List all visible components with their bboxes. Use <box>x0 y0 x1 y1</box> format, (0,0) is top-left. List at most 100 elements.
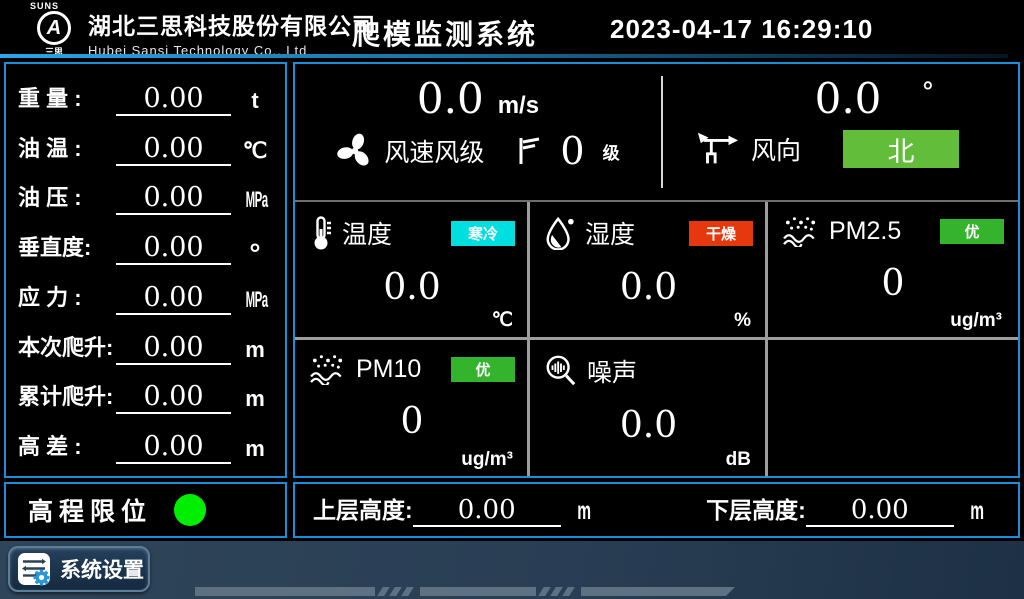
metric-value: 0.00 <box>116 83 231 116</box>
wind-direction-cell: 0.0 ° 风向 北 <box>663 64 1016 200</box>
pm25-cell: PM2.5 优 0 ug/m³ <box>768 203 1016 337</box>
system-settings-button[interactable]: 系统设置 <box>8 546 150 592</box>
sensor-label: PM10 <box>356 355 421 384</box>
climbing-formwork-monitor-screen: SUNS A 三思 湖北三思科技股份有限公司 Hubei Sansi Techn… <box>0 0 1024 599</box>
lower-height-unit: m <box>970 497 984 530</box>
sensor-label: 温度 <box>342 215 392 251</box>
metric-label: 累计爬升: <box>18 379 116 417</box>
droplet-icon <box>544 216 576 250</box>
grid-line <box>295 200 1018 202</box>
metric-row-weight: 重 量 : 0.00 t <box>18 75 273 119</box>
wind-direction-label: 风向 <box>751 131 801 167</box>
environment-panel: 0.0 m/s 风速风级 <box>293 62 1020 478</box>
wind-direction-badge: 北 <box>843 130 959 168</box>
elevation-limit-panel: 高程限位 <box>4 482 287 538</box>
metric-label: 重 量 : <box>18 81 116 119</box>
wind-speed-cell: 0.0 m/s 风速风级 <box>295 64 661 200</box>
wind-direction-value: 0.0 <box>815 76 882 122</box>
metric-value: 0.00 <box>116 381 231 414</box>
wind-speed-value: 0.0 <box>417 76 484 122</box>
sensor-label: 湿度 <box>585 215 635 251</box>
sensor-value: 0.0 <box>309 267 515 308</box>
metric-label: 油 温 : <box>18 131 116 169</box>
company-name-cn: 湖北三思科技股份有限公司 <box>88 7 376 41</box>
temperature-cell: 温度 寒冷 0.0 ℃ <box>295 203 527 337</box>
wind-speed-label: 风速风级 <box>384 133 484 169</box>
metric-value: 0.00 <box>116 232 231 265</box>
lower-height-group: 下层高度: 0.00 m <box>706 491 988 530</box>
metric-unit: ° <box>237 246 273 268</box>
metric-unit: MPa <box>246 287 265 318</box>
metric-label: 高 差 : <box>18 429 116 467</box>
wind-level-icon <box>516 135 542 167</box>
metric-value: 0.00 <box>116 282 231 315</box>
metric-value: 0.00 <box>116 332 231 365</box>
temperature-status-badge: 寒冷 <box>451 221 515 246</box>
sensor-value: 0 <box>309 401 515 442</box>
metric-label: 应 力 : <box>18 280 116 318</box>
metric-label: 垂直度: <box>18 230 116 268</box>
wind-vane-icon <box>697 131 739 167</box>
datetime-display: 2023-04-17 16:29:10 <box>610 14 873 45</box>
metric-label: 本次爬升: <box>18 330 116 368</box>
logo-mark-icon: A <box>37 11 71 45</box>
company-name: 湖北三思科技股份有限公司 Hubei Sansi Technology Co.,… <box>88 7 376 58</box>
elevation-limit-indicator <box>174 494 206 526</box>
page-title: 爬模监测系统 <box>352 13 538 53</box>
metric-value: 0.00 <box>116 182 231 215</box>
pm10-cell: PM10 优 0 ug/m³ <box>295 341 527 476</box>
lower-height-label: 下层高度: <box>706 491 806 530</box>
metric-unit: ℃ <box>237 138 273 169</box>
metric-row-oil-temp: 油 温 : 0.00 ℃ <box>18 125 273 169</box>
lower-height-value: 0.00 <box>806 495 954 527</box>
hydraulic-metrics-panel: 重 量 : 0.00 t 油 温 : 0.00 ℃ 油 压 : 0.00 MPa… <box>4 62 287 478</box>
metric-row-stress: 应 力 : 0.00 MPa <box>18 274 273 318</box>
company-logo: SUNS A 三思 <box>24 1 84 58</box>
metric-unit: m <box>237 436 273 467</box>
sensor-unit: % <box>734 310 751 332</box>
sensor-unit: ug/m³ <box>461 449 513 471</box>
sensor-unit: dB <box>726 449 751 471</box>
noise-icon <box>544 354 578 388</box>
metric-label: 油 压 : <box>18 180 116 218</box>
pm10-status-badge: 优 <box>451 357 515 382</box>
wind-level-unit: 级 <box>603 139 620 164</box>
fan-icon <box>336 132 374 170</box>
metric-value: 0.00 <box>116 133 231 166</box>
sensor-value: 0.0 <box>544 405 753 446</box>
sensor-unit: ug/m³ <box>950 310 1002 332</box>
wind-level-value: 0 <box>560 132 584 170</box>
upper-height-group: 上层高度: 0.00 m <box>313 491 595 530</box>
logo-suns-text: SUNS <box>30 1 84 11</box>
humidity-cell: 湿度 干燥 0.0 % <box>530 203 765 337</box>
metric-value: 0.00 <box>116 431 231 464</box>
metric-row-height-diff: 高 差 : 0.00 m <box>18 423 273 467</box>
humidity-status-badge: 干燥 <box>689 221 753 246</box>
metric-row-current-climb: 本次爬升: 0.00 m <box>18 324 273 368</box>
sensor-value: 0.0 <box>544 267 753 308</box>
upper-height-label: 上层高度: <box>313 491 413 530</box>
pm25-status-badge: 优 <box>940 219 1004 244</box>
dust-icon <box>309 353 347 385</box>
grid-line <box>295 337 1018 340</box>
sensor-label: PM2.5 <box>829 217 901 246</box>
footer-bar: 系统设置 <box>0 541 1024 599</box>
metric-unit: t <box>237 88 273 119</box>
metric-row-total-climb: 累计爬升: 0.00 m <box>18 373 273 417</box>
metric-row-verticality: 垂直度: 0.00 ° <box>18 224 273 268</box>
footer-decorative-stripe <box>195 587 735 596</box>
thermometer-icon <box>309 215 333 251</box>
system-settings-label: 系统设置 <box>60 554 144 584</box>
wind-direction-unit: ° <box>921 78 934 108</box>
noise-cell: 噪声 0.0 dB <box>530 341 765 476</box>
settings-sliders-gear-icon <box>17 552 51 586</box>
elevation-limit-label: 高程限位 <box>28 492 152 528</box>
wind-speed-unit: m/s <box>498 92 539 120</box>
metric-unit: m <box>237 337 273 368</box>
metric-unit: MPa <box>246 187 265 218</box>
dust-icon <box>782 215 820 247</box>
sensor-label: 噪声 <box>587 353 637 389</box>
upper-height-value: 0.00 <box>413 495 561 527</box>
header-divider <box>0 54 1008 58</box>
sensor-value: 0 <box>782 263 1004 304</box>
